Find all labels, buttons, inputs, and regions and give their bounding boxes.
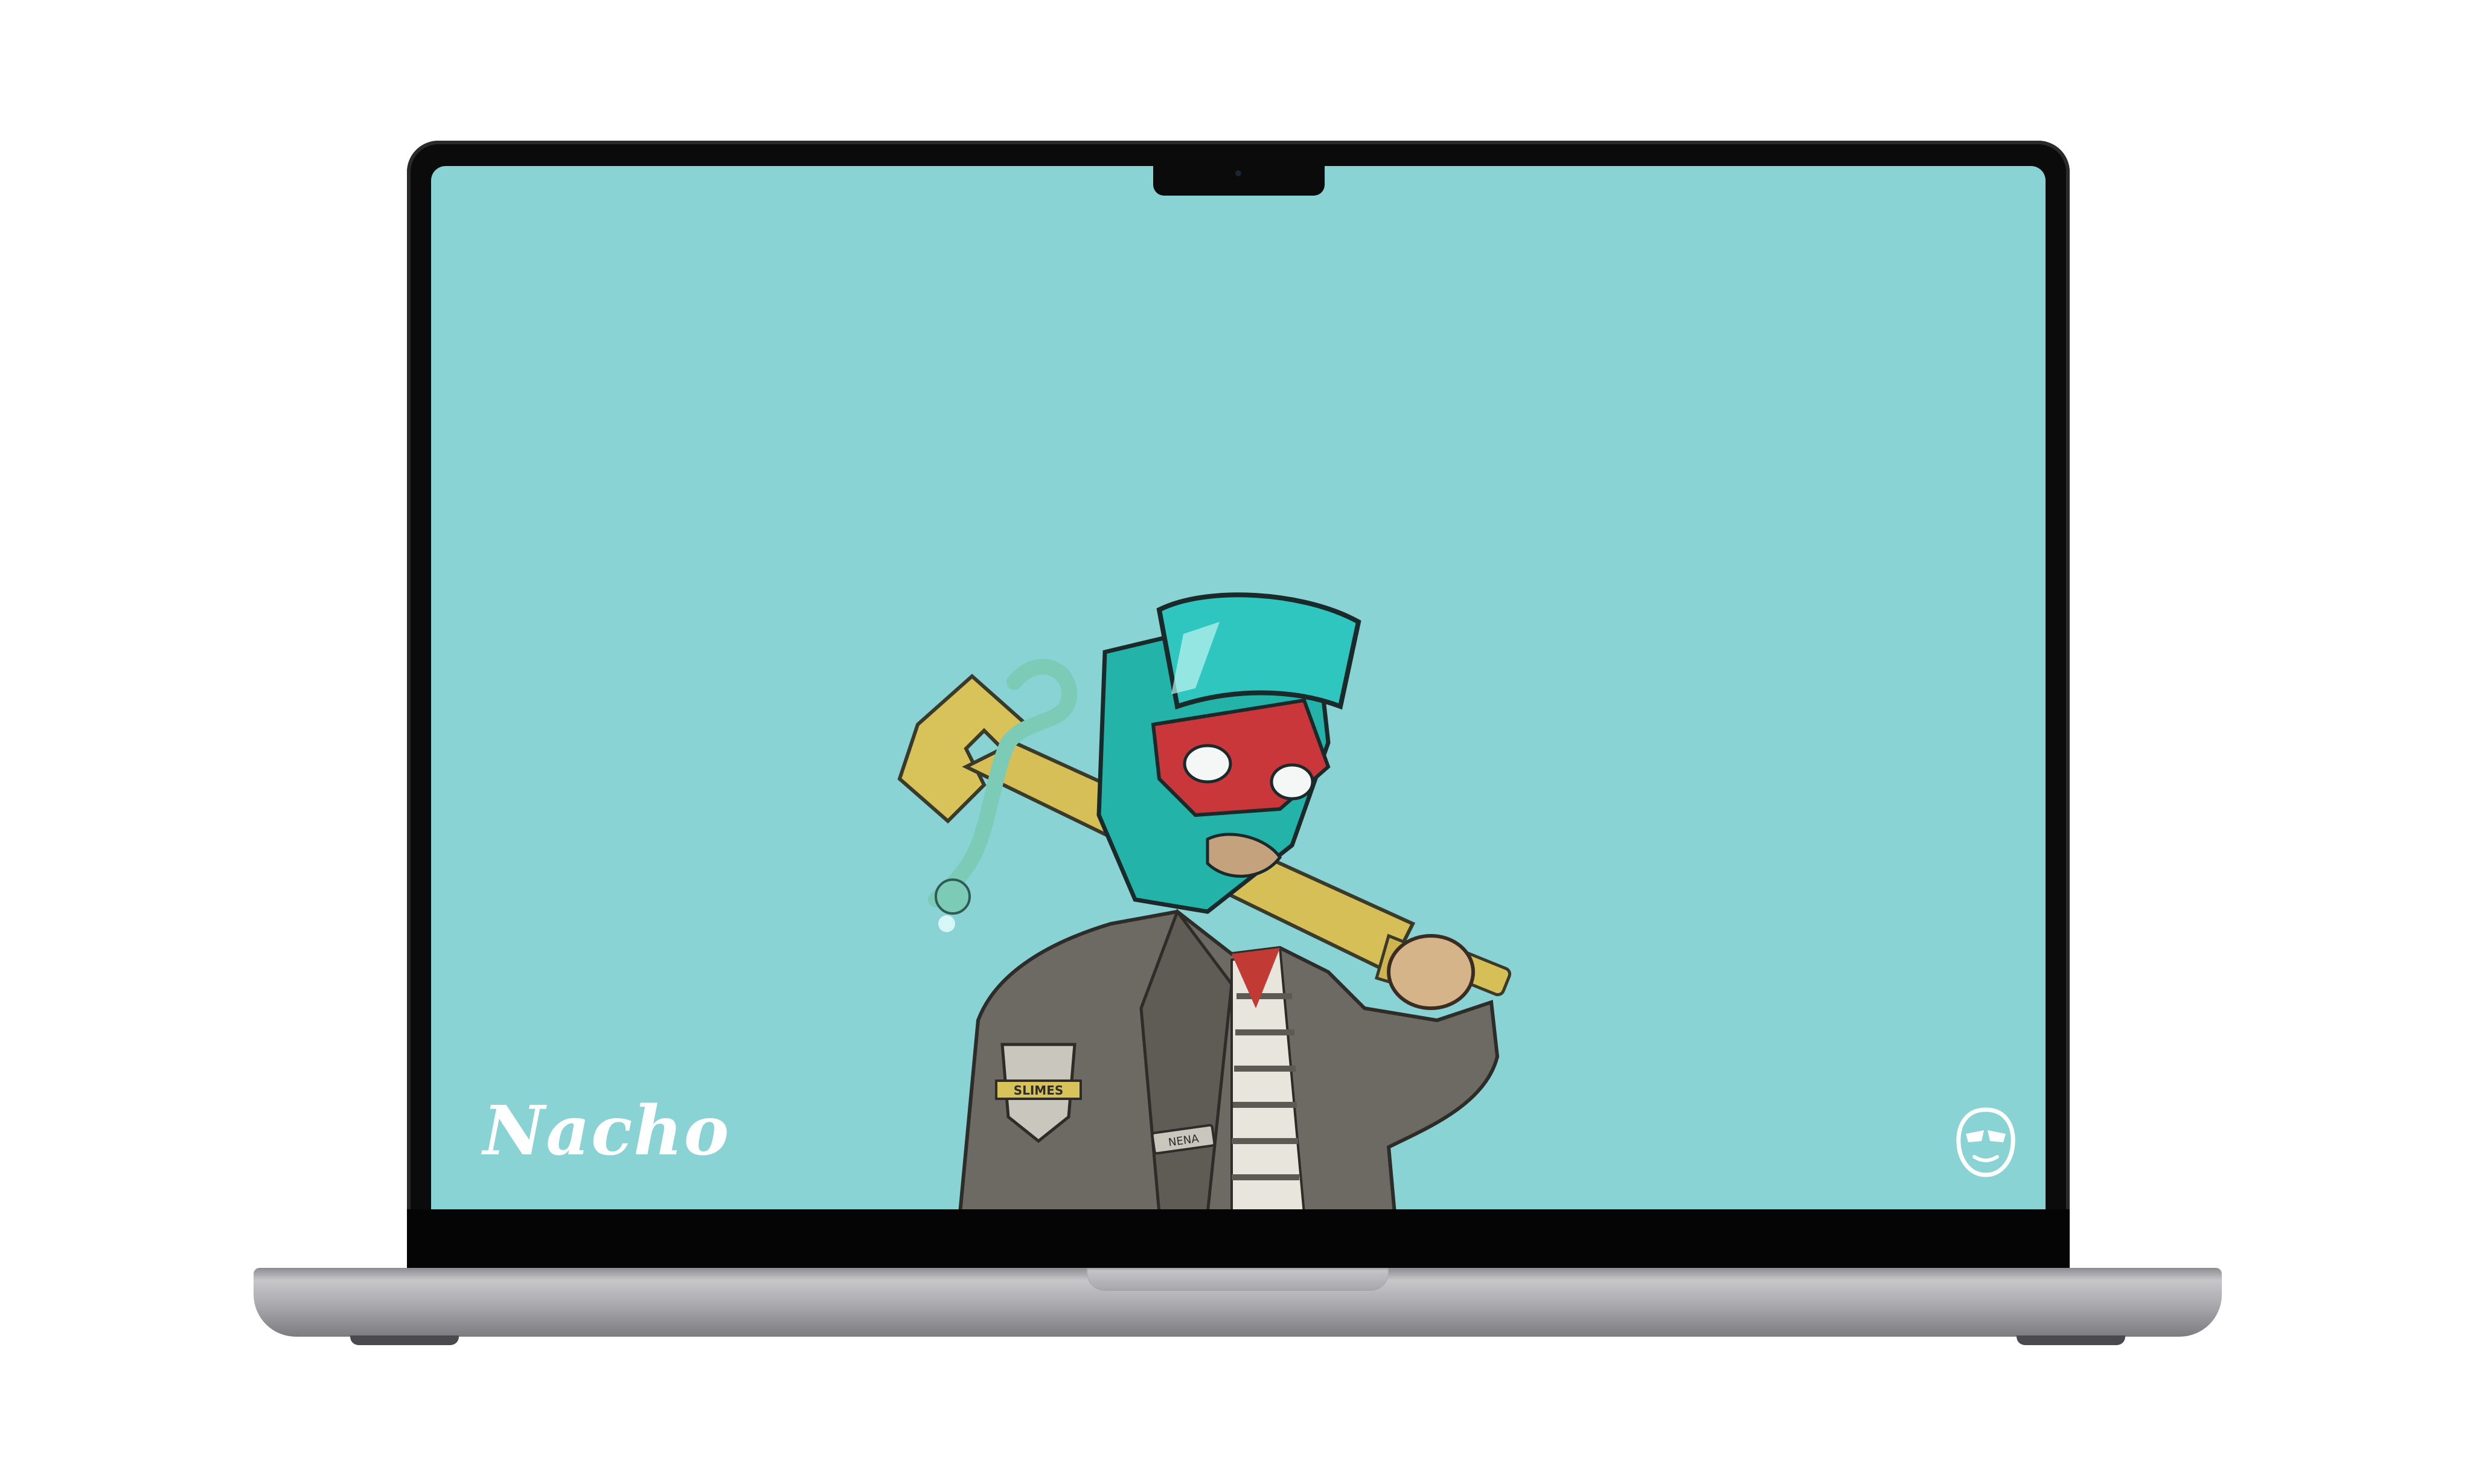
laptop-foot-left: [350, 1335, 459, 1345]
luchador-character-illustration: SLIMES NENA: [897, 592, 1512, 1214]
camera-notch: [1153, 164, 1325, 196]
badge-label: SLIMES: [1014, 1083, 1064, 1098]
luchador-mask-icon: [1956, 1107, 2015, 1177]
mockup-stage: SLIMES NENA Nacho: [0, 0, 2473, 1484]
nacho-wordmark: Nacho: [483, 1092, 731, 1171]
luchador-head: [1096, 592, 1361, 914]
laptop-chin: [407, 1209, 2070, 1270]
laptop-foot-right: [2017, 1335, 2125, 1345]
trackpad-lip: [1087, 1268, 1389, 1291]
camera-icon: [1235, 170, 1241, 176]
